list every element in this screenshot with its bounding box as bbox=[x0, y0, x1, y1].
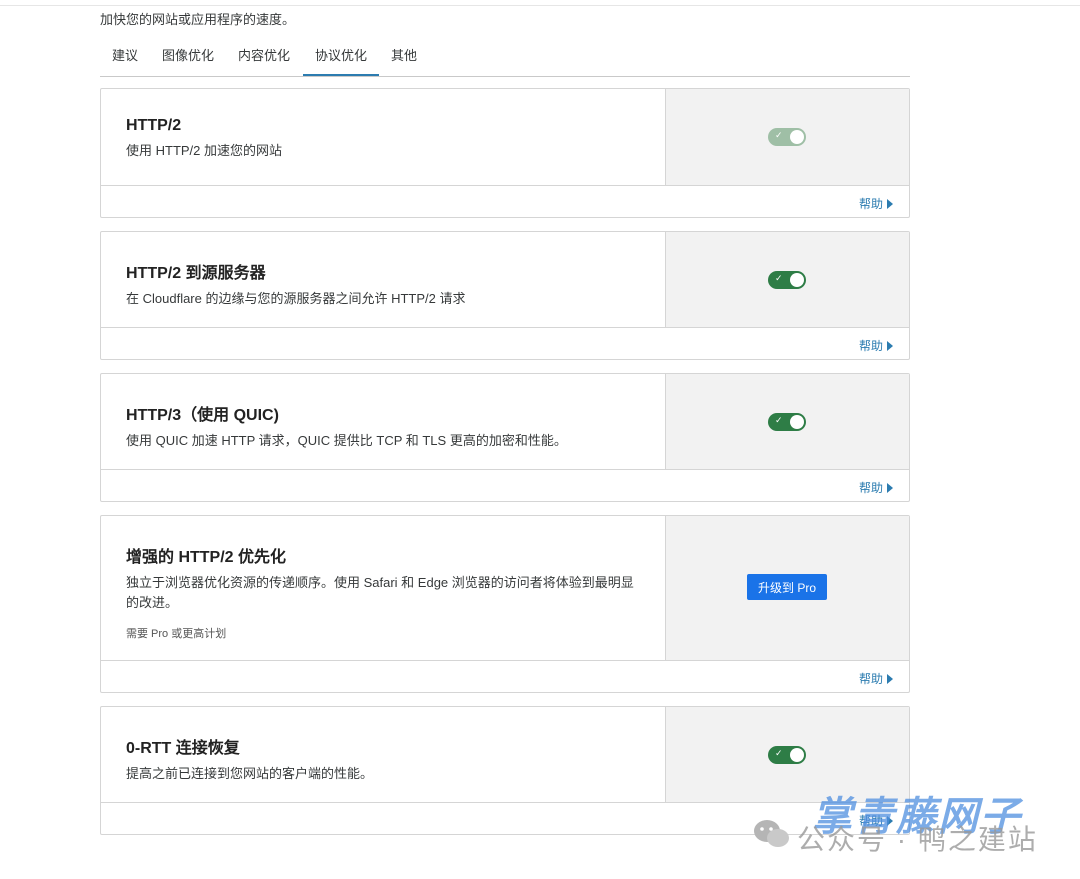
card-title: HTTP/2 bbox=[126, 117, 182, 134]
card-title: HTTP/2 到源服务器 bbox=[126, 265, 266, 282]
caret-right-icon bbox=[887, 199, 893, 209]
toggle-knob bbox=[790, 273, 804, 287]
help-link[interactable]: 帮助 bbox=[859, 479, 893, 496]
card-description: 提高之前已连接到您网站的客户端的性能。 bbox=[126, 766, 374, 781]
card-http2: HTTP/2 使用 HTTP/2 加速您的网站 ✓ 帮助 bbox=[100, 88, 910, 218]
tab-image-optimization[interactable]: 图像优化 bbox=[157, 38, 219, 75]
plan-requirement-note: 需要 Pro 或更高计划 bbox=[126, 628, 227, 640]
tab-recommendations[interactable]: 建议 bbox=[100, 38, 150, 75]
caret-right-icon bbox=[887, 816, 893, 826]
card-title: 0-RTT 连接恢复 bbox=[126, 740, 240, 757]
check-icon: ✓ bbox=[775, 273, 783, 283]
tab-bar: 建议 图像优化 内容优化 协议优化 其他 bbox=[100, 38, 910, 77]
card-description: 使用 HTTP/2 加速您的网站 bbox=[126, 143, 283, 158]
tab-protocol-optimization[interactable]: 协议优化 bbox=[303, 38, 379, 76]
upgrade-to-pro-button[interactable]: 升级到 Pro bbox=[747, 574, 827, 600]
toggle-knob bbox=[790, 748, 804, 762]
toggle-knob bbox=[790, 130, 804, 144]
card-enhanced-http2-prioritization: 增强的 HTTP/2 优先化 独立于浏览器优化资源的传递顺序。使用 Safari… bbox=[100, 515, 910, 693]
tab-other[interactable]: 其他 bbox=[384, 38, 424, 75]
card-http3: HTTP/3（使用 QUIC) 使用 QUIC 加速 HTTP 请求，QUIC … bbox=[100, 373, 910, 502]
caret-right-icon bbox=[887, 483, 893, 493]
help-link[interactable]: 帮助 bbox=[859, 195, 893, 212]
card-title: 增强的 HTTP/2 优先化 bbox=[126, 549, 287, 566]
card-description: 独立于浏览器优化资源的传递顺序。使用 Safari 和 Edge 浏览器的访问者… bbox=[126, 575, 634, 610]
check-icon: ✓ bbox=[775, 748, 783, 758]
check-icon: ✓ bbox=[775, 130, 783, 140]
tab-content-optimization[interactable]: 内容优化 bbox=[233, 38, 295, 75]
help-link[interactable]: 帮助 bbox=[859, 812, 893, 829]
card-description: 使用 QUIC 加速 HTTP 请求，QUIC 提供比 TCP 和 TLS 更高… bbox=[126, 433, 567, 448]
help-link[interactable]: 帮助 bbox=[859, 670, 893, 687]
check-icon: ✓ bbox=[775, 415, 783, 425]
card-description: 在 Cloudflare 的边缘与您的源服务器之间允许 HTTP/2 请求 bbox=[126, 291, 466, 306]
caret-right-icon bbox=[887, 341, 893, 351]
http2-toggle[interactable]: ✓ bbox=[768, 128, 806, 146]
http2-to-origin-toggle[interactable]: ✓ bbox=[768, 271, 806, 289]
http3-toggle[interactable]: ✓ bbox=[768, 413, 806, 431]
card-title: HTTP/3（使用 QUIC) bbox=[126, 407, 279, 424]
toggle-knob bbox=[790, 415, 804, 429]
card-0rtt-connection-resumption: 0-RTT 连接恢复 提高之前已连接到您网站的客户端的性能。 ✓ 帮助 bbox=[100, 706, 910, 835]
top-divider bbox=[0, 5, 1080, 6]
caret-right-icon bbox=[887, 674, 893, 684]
card-http2-to-origin: HTTP/2 到源服务器 在 Cloudflare 的边缘与您的源服务器之间允许… bbox=[100, 231, 910, 360]
help-link[interactable]: 帮助 bbox=[859, 337, 893, 354]
0rtt-toggle[interactable]: ✓ bbox=[768, 746, 806, 764]
page-subtitle: 加快您的网站或应用程序的速度。 bbox=[100, 12, 296, 27]
